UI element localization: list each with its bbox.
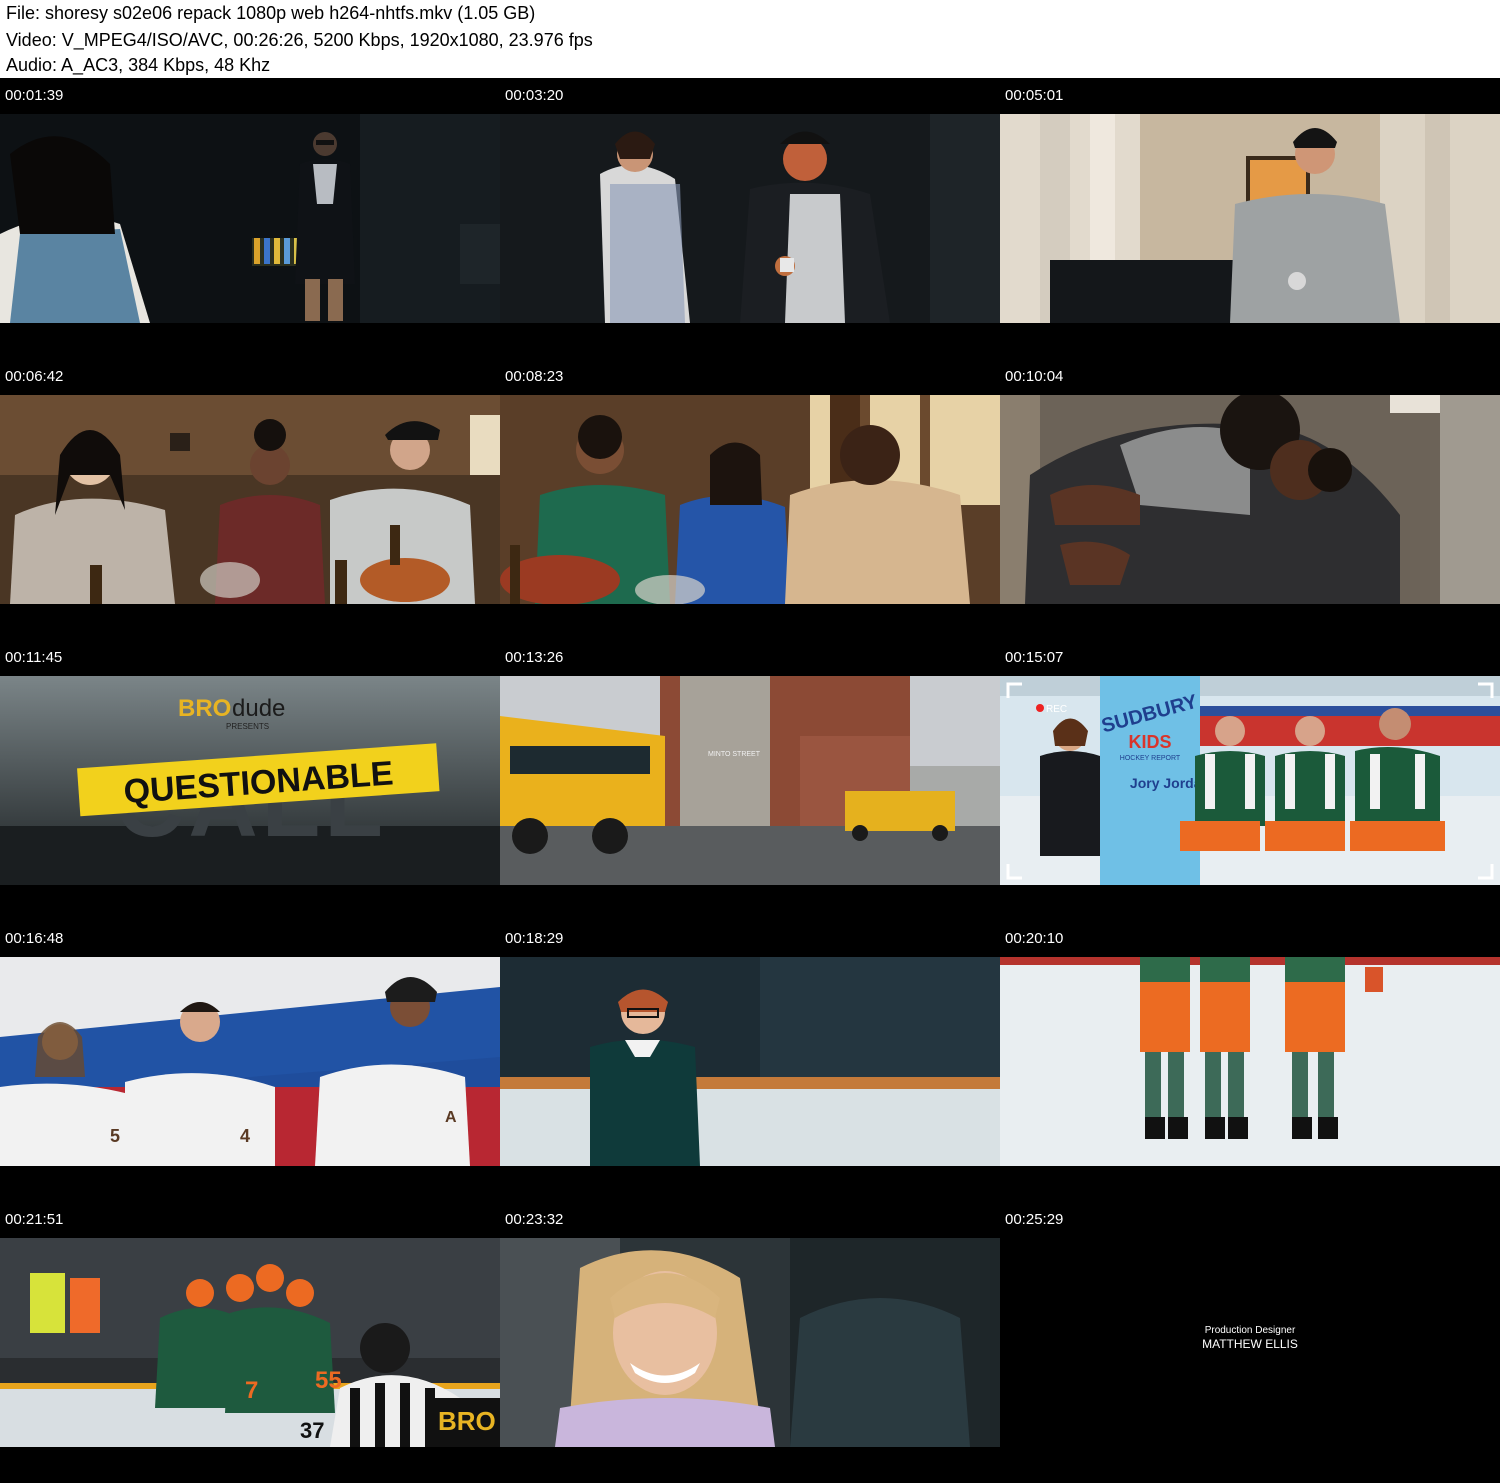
timestamp: 00:21:51 bbox=[5, 1211, 64, 1228]
timestamp: 00:06:42 bbox=[5, 368, 64, 385]
timestamp: 00:01:39 bbox=[5, 87, 64, 104]
thumbnail-3: 00:05:01 bbox=[1000, 78, 1500, 359]
frame-image bbox=[0, 114, 500, 323]
timestamp: 00:15:07 bbox=[1005, 649, 1064, 666]
jersey-letter-a: A bbox=[445, 1109, 457, 1126]
board-ad: BRO bbox=[438, 1406, 496, 1436]
timestamp: 00:18:29 bbox=[505, 930, 564, 947]
credit-name: MATTHEW ELLIS bbox=[1202, 1337, 1298, 1351]
thumbnail-15: 00:25:29 Production Designer MATTHEW ELL… bbox=[1000, 1202, 1500, 1483]
frame-image bbox=[0, 395, 500, 604]
thumbnail-1: 00:01:39 bbox=[0, 78, 500, 359]
thumbnail-10: 00:16:48 5 4 A bbox=[0, 921, 500, 1202]
presents-text: PRESENTS bbox=[226, 722, 269, 731]
rec-indicator: REC bbox=[1046, 704, 1067, 715]
file-info: File: shoresy s02e06 repack 1080p web h2… bbox=[6, 3, 536, 23]
timestamp: 00:23:32 bbox=[505, 1211, 564, 1228]
video-info: Video: V_MPEG4/ISO/AVC, 00:26:26, 5200 K… bbox=[6, 30, 593, 50]
frame-image bbox=[500, 114, 1000, 323]
timestamp: 00:11:45 bbox=[5, 649, 63, 666]
thumbnail-13: 00:21:51 7 55 37 BRO bbox=[0, 1202, 500, 1483]
timestamp: 00:08:23 bbox=[505, 368, 564, 385]
timestamp: 00:13:26 bbox=[505, 649, 564, 666]
frame-image: CALL QUESTIONABLE BRO dude PRESENTS bbox=[0, 676, 500, 885]
thumbnail-14: 00:23:32 bbox=[500, 1202, 1000, 1483]
brand-bro: BRO bbox=[178, 695, 231, 722]
frame-image bbox=[1000, 957, 1500, 1166]
frame-image: 7 55 37 BRO bbox=[0, 1238, 500, 1447]
banner-kids: KIDS bbox=[1128, 732, 1171, 752]
timestamp: 00:25:29 bbox=[1005, 1211, 1064, 1228]
thumbnail-12: 00:20:10 bbox=[1000, 921, 1500, 1202]
jersey-number-55: 55 bbox=[315, 1367, 342, 1394]
frame-image bbox=[1000, 114, 1500, 323]
thumbnail-11: 00:18:29 bbox=[500, 921, 1000, 1202]
timestamp: 00:03:20 bbox=[505, 87, 564, 104]
frame-image: SUDBURY KIDS HOCKEY REPORT Jory Jordan R… bbox=[1000, 676, 1500, 885]
frame-image bbox=[1000, 395, 1500, 604]
timestamp: 00:05:01 bbox=[1005, 87, 1064, 104]
timestamp: 00:10:04 bbox=[1005, 368, 1064, 385]
info-header: File: shoresy s02e06 repack 1080p web h2… bbox=[0, 0, 1500, 78]
jersey-number-4: 4 bbox=[240, 1126, 250, 1146]
frame-image bbox=[500, 957, 1000, 1166]
frame-image: MINTO STREET bbox=[500, 676, 1000, 885]
audio-info: Audio: A_AC3, 384 Kbps, 48 Khz bbox=[6, 55, 271, 75]
credit-role: Production Designer bbox=[1204, 1325, 1296, 1336]
jersey-number-5: 5 bbox=[110, 1126, 120, 1146]
street-sign: MINTO STREET bbox=[708, 751, 761, 758]
timestamp: 00:16:48 bbox=[5, 930, 64, 947]
brand-dude: dude bbox=[232, 695, 285, 722]
thumbnail-6: 00:10:04 bbox=[1000, 359, 1500, 640]
frame-image bbox=[500, 395, 1000, 604]
jersey-number-37: 37 bbox=[300, 1418, 324, 1443]
frame-image: 5 4 A bbox=[0, 957, 500, 1166]
banner-report: HOCKEY REPORT bbox=[1120, 755, 1181, 762]
thumbnail-8: 00:13:26 MINTO STREET bbox=[500, 640, 1000, 921]
thumbnail-5: 00:08:23 bbox=[500, 359, 1000, 640]
thumbnail-4: 00:06:42 bbox=[0, 359, 500, 640]
jersey-number-7: 7 bbox=[245, 1377, 258, 1404]
frame-image: Production Designer MATTHEW ELLIS bbox=[1000, 1238, 1500, 1447]
thumbnail-2: 00:03:20 bbox=[500, 78, 1000, 359]
thumbnail-7: 00:11:45 CALL QUESTIONABLE BRO dude PRES… bbox=[0, 640, 500, 921]
timestamp: 00:20:10 bbox=[1005, 930, 1064, 947]
frame-image bbox=[500, 1238, 1000, 1447]
thumbnail-9: 00:15:07 SUDBURY KIDS HOCKEY REPORT Jory… bbox=[1000, 640, 1500, 921]
